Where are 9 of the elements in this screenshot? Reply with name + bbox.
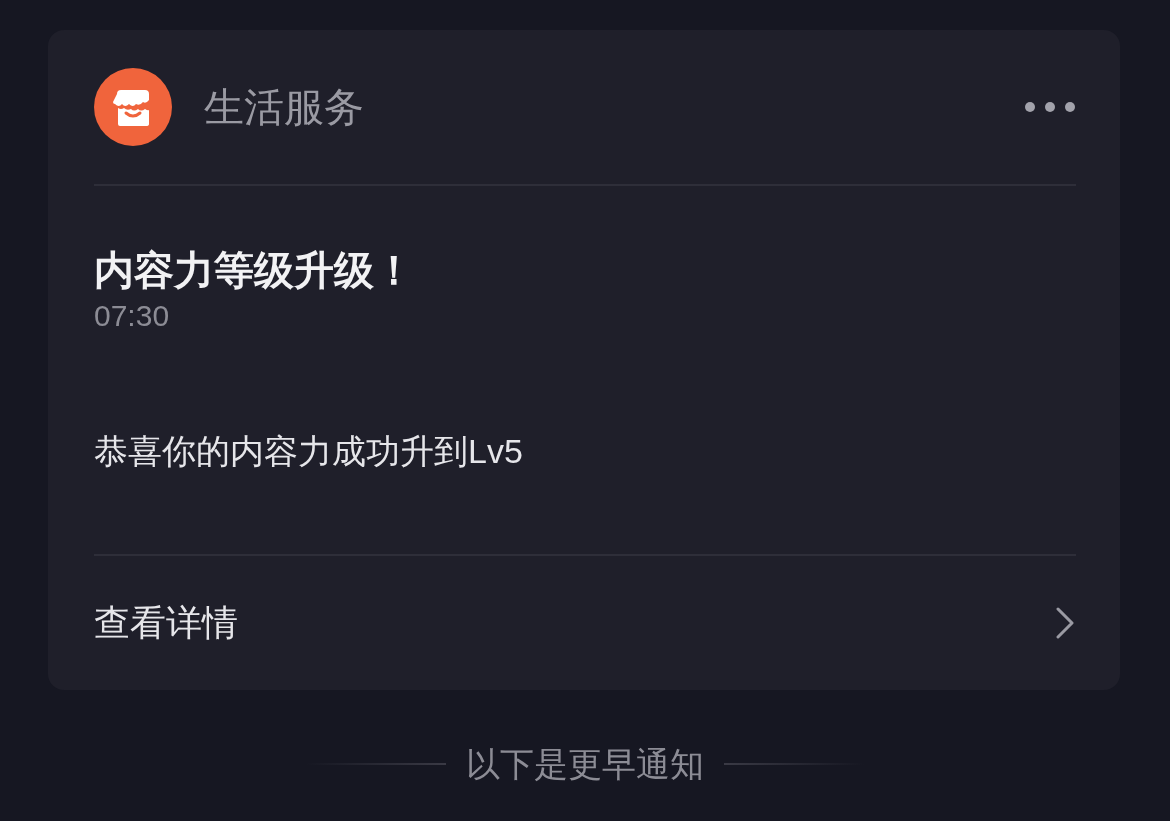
notification-title: 内容力等级升级！ xyxy=(94,247,415,294)
app-name: 生活服务 xyxy=(204,83,365,131)
notification-time: 07:30 xyxy=(94,298,171,334)
notification-body: 恭喜你的内容力成功升到Lv5 xyxy=(94,431,524,472)
view-details-link[interactable]: 查看详情 xyxy=(94,556,1076,690)
more-icon[interactable] xyxy=(1024,101,1076,113)
chevron-right-icon xyxy=(1056,607,1074,639)
earlier-notifications-label: 以下是更早通知 xyxy=(466,744,704,785)
shop-icon xyxy=(94,68,172,146)
